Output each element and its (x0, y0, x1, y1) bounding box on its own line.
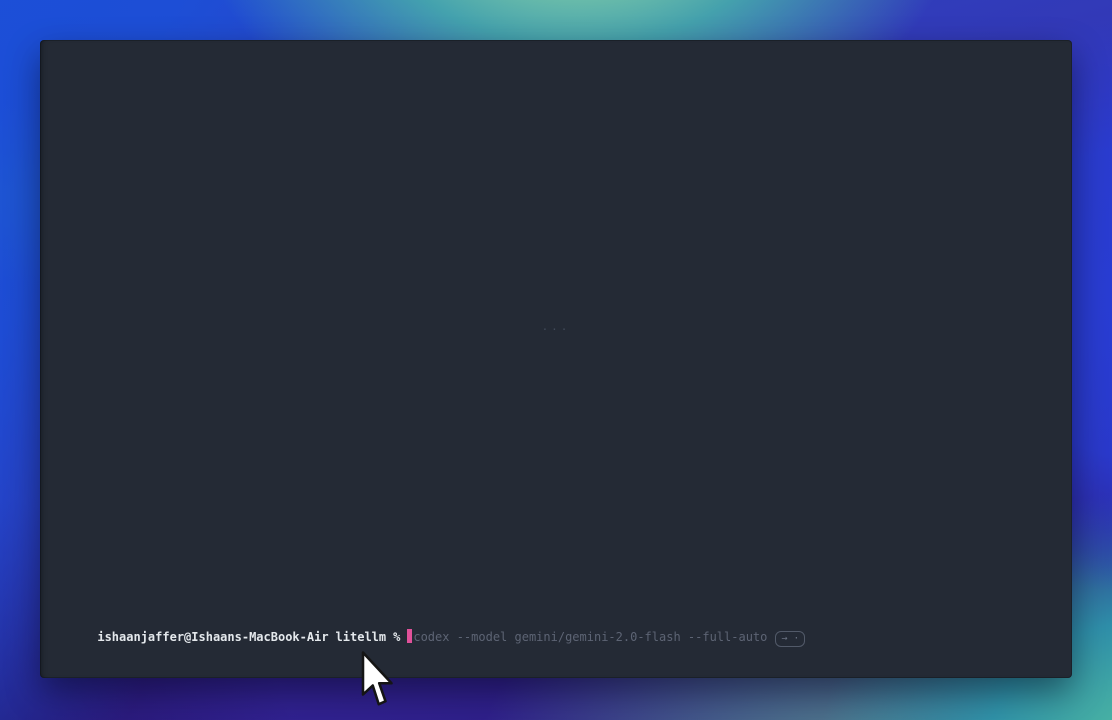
terminal-loading-ellipsis: ··· (40, 323, 1072, 336)
text-cursor-caret (407, 629, 412, 643)
terminal-window[interactable]: ··· ishaanjaffer@Ishaans-MacBook-Air lite… (40, 40, 1072, 678)
tab-hint-badge: → · (775, 631, 805, 647)
prompt-user-host: ishaanjaffer@Ishaans-MacBook-Air (97, 630, 328, 644)
desktop-wallpaper: ··· ishaanjaffer@Ishaans-MacBook-Air lite… (0, 0, 1112, 720)
terminal-prompt-line[interactable]: ishaanjaffer@Ishaans-MacBook-Air litellm%… (54, 613, 1058, 663)
autosuggestion-text: codex --model gemini/gemini-2.0-flash --… (413, 630, 767, 644)
prompt-directory: litellm (336, 630, 387, 644)
prompt-symbol: % (393, 630, 400, 644)
